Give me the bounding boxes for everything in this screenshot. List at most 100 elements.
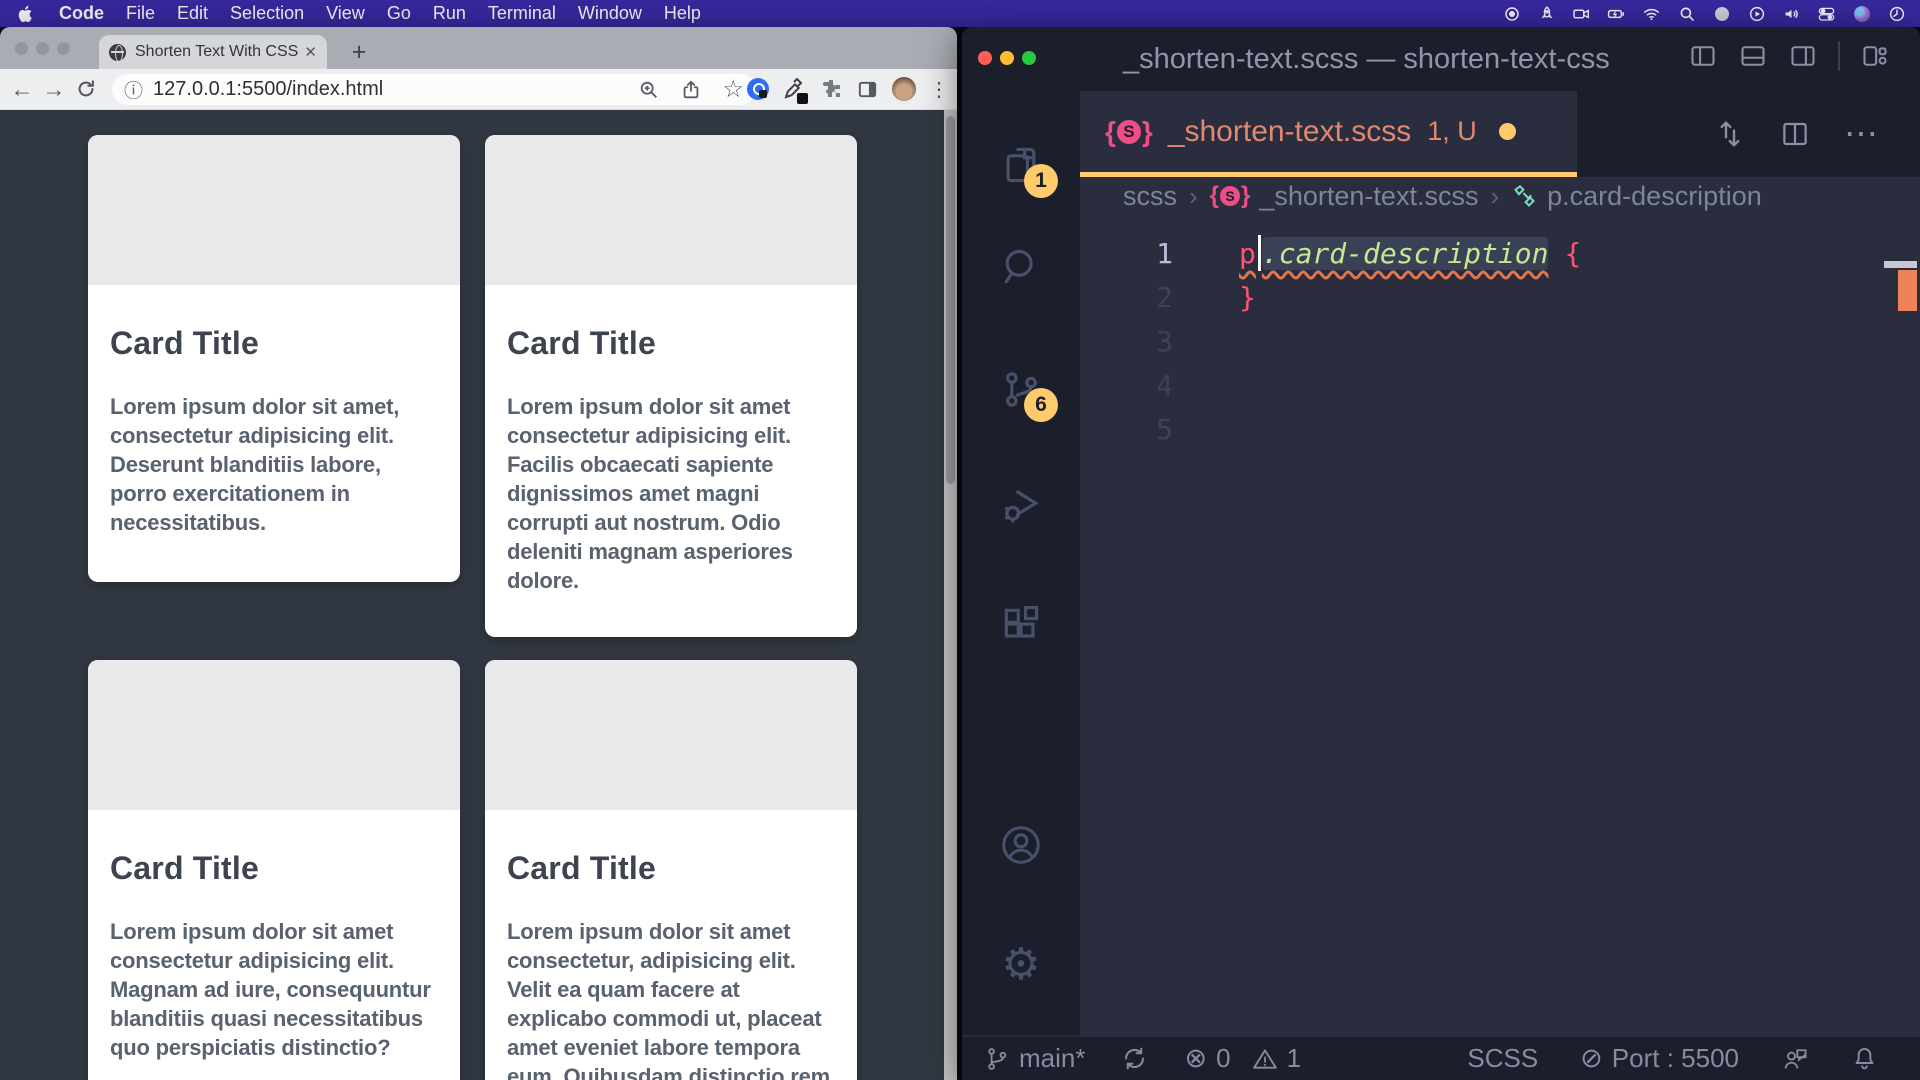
breadcrumb-separator: › (1189, 181, 1198, 212)
menu-item-code[interactable]: Code (48, 3, 115, 24)
unsaved-changes-dot[interactable] (1499, 123, 1516, 140)
extensions-puzzle-icon[interactable] (819, 77, 843, 101)
camera-icon[interactable] (1572, 4, 1591, 23)
card: Card Title Lorem ipsum dolor sit amet co… (88, 660, 460, 1080)
text-cursor (1258, 235, 1261, 271)
notifications-bell-icon[interactable] (1851, 1045, 1878, 1072)
browser-toolbar: ← → ⓘ 127.0.0.1:5500/index.html ☆ (0, 69, 957, 110)
vscode-title-bar: _shorten-text.scss — shorten-text-css (962, 27, 1920, 91)
toggle-panel-icon[interactable] (1738, 42, 1768, 70)
clock-icon[interactable] (1887, 4, 1906, 23)
page-scrollbar-thumb[interactable] (946, 116, 955, 484)
focus-icon[interactable] (1712, 4, 1731, 23)
overview-ruler[interactable] (1898, 215, 1920, 1035)
menu-item-selection[interactable]: Selection (219, 3, 315, 24)
bookmark-star-icon[interactable]: ☆ (722, 75, 744, 104)
settings-gear-icon[interactable]: ⚙ (996, 940, 1046, 990)
extension-icons: ⋮ (747, 77, 949, 102)
menu-item-help[interactable]: Help (653, 3, 712, 24)
menu-item-view[interactable]: View (315, 3, 376, 24)
rocket-icon[interactable] (1537, 4, 1556, 23)
menu-item-run[interactable]: Run (422, 3, 477, 24)
overview-ruler-warning-marker (1898, 270, 1917, 311)
source-control-icon[interactable]: 6 (996, 364, 1046, 414)
vscode-window: _shorten-text.scss — shorten-text-css 1 (962, 27, 1920, 1080)
run-debug-icon[interactable] (996, 480, 1046, 530)
forward-button[interactable]: → (38, 76, 70, 103)
card-title: Card Title (507, 325, 835, 362)
apple-menu-icon[interactable] (18, 5, 34, 23)
zoom-window-button[interactable] (1022, 51, 1036, 65)
card-title: Card Title (110, 325, 438, 362)
customize-layout-icon[interactable] (1860, 42, 1890, 70)
git-branch-status[interactable]: main* (984, 1043, 1085, 1074)
card-image-placeholder (485, 135, 857, 285)
spotlight-icon[interactable] (1677, 4, 1696, 23)
card-description: Lorem ipsum dolor sit amet, consectetur … (110, 392, 438, 537)
record-icon[interactable] (1502, 4, 1521, 23)
share-icon[interactable] (680, 79, 702, 101)
feedback-icon[interactable] (1781, 1045, 1809, 1073)
minimize-window-button[interactable] (36, 42, 49, 55)
back-button[interactable]: ← (6, 76, 38, 103)
breadcrumb-folder[interactable]: scss (1123, 181, 1177, 212)
wifi-icon[interactable] (1642, 4, 1661, 23)
zoom-window-button[interactable] (57, 42, 70, 55)
url-text[interactable]: 127.0.0.1:5500/index.html (153, 78, 638, 101)
card: Card Title Lorem ipsum dolor sit amet co… (485, 135, 857, 637)
live-server-port[interactable]: ⊘ Port : 5500 (1580, 1043, 1739, 1074)
site-info-icon[interactable]: ⓘ (124, 76, 143, 103)
search-icon[interactable] (996, 242, 1046, 292)
play-icon[interactable] (1747, 4, 1766, 23)
vscode-window-controls[interactable] (978, 51, 1036, 65)
browser-menu-icon[interactable]: ⋮ (929, 77, 949, 102)
zoom-icon[interactable] (638, 79, 660, 101)
menu-item-go[interactable]: Go (376, 3, 422, 24)
browser-tab[interactable]: Shorten Text With CSS ✕ (99, 35, 327, 69)
address-bar[interactable]: ⓘ 127.0.0.1:5500/index.html ☆ (112, 74, 756, 105)
menu-item-edit[interactable]: Edit (166, 3, 219, 24)
window-title: _shorten-text.scss — shorten-text-css (1123, 43, 1610, 76)
page-scrollbar[interactable] (944, 110, 957, 1080)
code-editor[interactable]: 1 p.card-description{ 2 } 3 4 5 (1080, 215, 1920, 1035)
menu-item-terminal[interactable]: Terminal (477, 3, 567, 24)
open-changes-icon[interactable] (1714, 118, 1746, 150)
breadcrumb-file[interactable]: {S} _shorten-text.scss (1210, 181, 1479, 212)
editor-tab[interactable]: {S} _shorten-text.scss 1, U (1080, 91, 1577, 177)
reload-button[interactable] (70, 78, 102, 100)
line-number: 1 (1080, 237, 1173, 270)
minimize-window-button[interactable] (1000, 51, 1014, 65)
split-editor-icon[interactable] (1780, 119, 1810, 149)
new-tab-button[interactable]: + (344, 37, 374, 67)
close-window-button[interactable] (978, 51, 992, 65)
problems-status[interactable]: ⊗ 0 1 (1184, 1043, 1301, 1074)
source-control-badge: 6 (1024, 388, 1058, 422)
tab-title: Shorten Text With CSS (135, 43, 298, 61)
onepassword-icon[interactable] (747, 78, 769, 100)
browser-window-controls[interactable] (15, 42, 70, 55)
tab-close-icon[interactable]: ✕ (304, 43, 317, 61)
tab-problem-git-decoration: 1, U (1427, 116, 1477, 147)
eyedropper-icon[interactable] (782, 77, 806, 101)
warnings-icon (1252, 1046, 1278, 1072)
sync-changes-button[interactable] (1121, 1045, 1148, 1072)
card: Card Title Lorem ipsum dolor sit amet, c… (88, 135, 460, 582)
browser-tab-strip: Shorten Text With CSS ✕ + (0, 27, 957, 69)
language-mode[interactable]: SCSS (1467, 1043, 1538, 1074)
menu-item-file[interactable]: File (115, 3, 166, 24)
account-icon[interactable] (996, 820, 1046, 870)
breadcrumb-symbol[interactable]: p.card-description (1511, 181, 1762, 212)
battery-icon[interactable] (1607, 4, 1626, 23)
profile-avatar[interactable] (892, 77, 916, 101)
siri-icon[interactable] (1852, 4, 1871, 23)
toggle-secondary-sidebar-icon[interactable] (1788, 42, 1818, 70)
side-panel-icon[interactable] (856, 78, 879, 101)
control-center-icon[interactable] (1817, 4, 1836, 23)
explorer-files-icon[interactable]: 1 (996, 140, 1046, 190)
more-actions-icon[interactable]: ⋯ (1844, 114, 1880, 154)
close-window-button[interactable] (15, 42, 28, 55)
toggle-primary-sidebar-icon[interactable] (1688, 42, 1718, 70)
volume-icon[interactable] (1782, 4, 1801, 23)
menu-item-window[interactable]: Window (567, 3, 653, 24)
extensions-icon[interactable] (996, 600, 1046, 650)
